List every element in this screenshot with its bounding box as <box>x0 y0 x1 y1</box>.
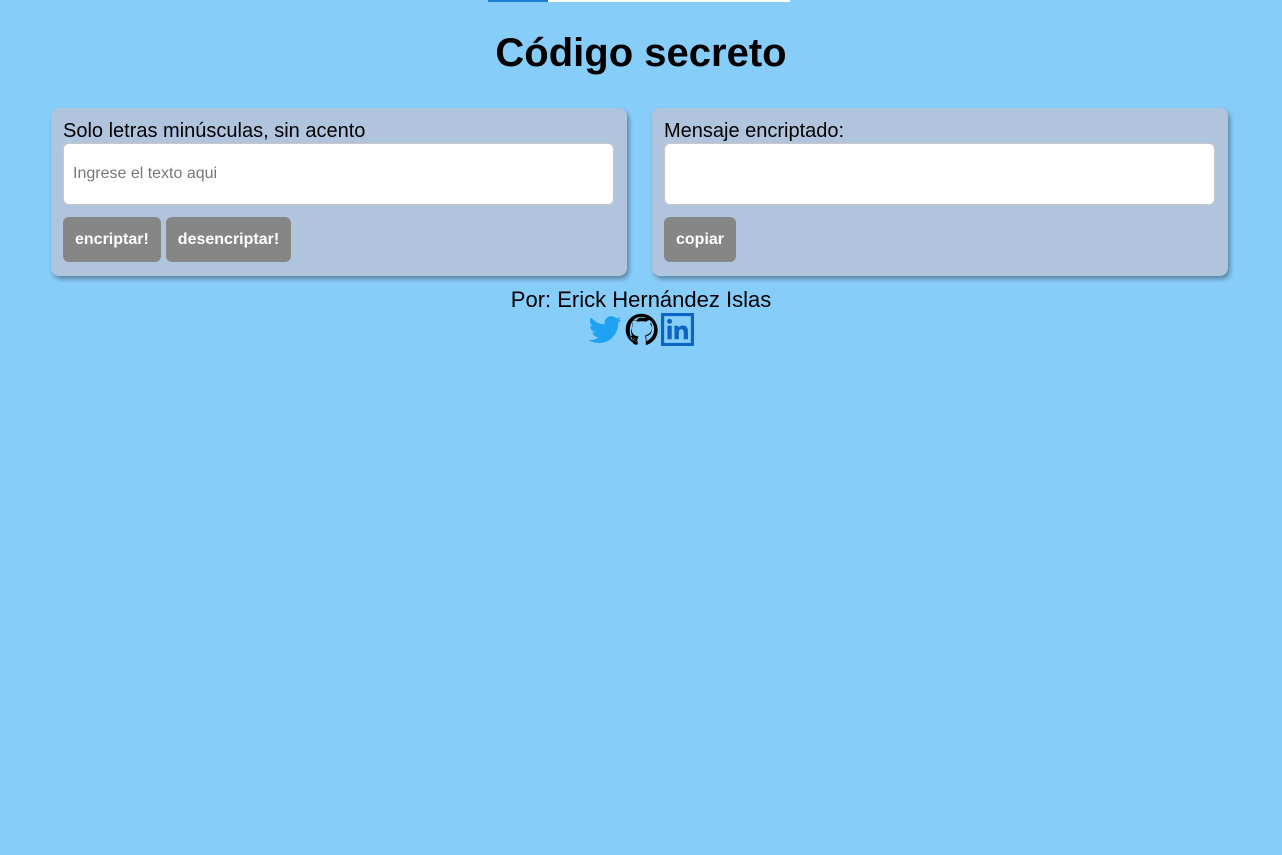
copy-button[interactable]: copiar <box>664 217 737 262</box>
encrypt-panel: Solo letras minúsculas, sin acento encri… <box>51 108 627 276</box>
page-title: Código secreto <box>495 31 787 75</box>
result-output-label: Mensaje encriptado: <box>664 120 845 142</box>
linkedin-icon-shape <box>660 313 694 346</box>
twitter-icon-shape <box>588 316 621 343</box>
github-icon <box>625 313 658 346</box>
linkedin-icon <box>660 313 694 346</box>
encrypt-button-row: encriptar! desencriptar! <box>63 217 615 262</box>
result-panel: Mensaje encriptado: copiar <box>652 108 1228 276</box>
social-links <box>0 313 1282 346</box>
encrypted-output-field[interactable] <box>664 143 1215 205</box>
top-progress-bar <box>488 0 790 2</box>
top-progress-fill <box>488 0 549 2</box>
github-link[interactable] <box>625 313 658 346</box>
linkedin-link[interactable] <box>660 313 694 346</box>
github-icon-shape <box>625 313 658 346</box>
encrypt-button[interactable]: encriptar! <box>63 217 161 262</box>
twitter-icon <box>588 316 621 343</box>
twitter-link[interactable] <box>588 313 622 346</box>
encrypt-input-label: Solo letras minúsculas, sin acento <box>63 120 366 142</box>
decrypt-button[interactable]: desencriptar! <box>165 217 292 262</box>
copy-button-row: copiar <box>664 217 1216 262</box>
author-credit: Por: Erick Hernández Islas <box>510 287 772 312</box>
message-input[interactable] <box>63 143 614 205</box>
